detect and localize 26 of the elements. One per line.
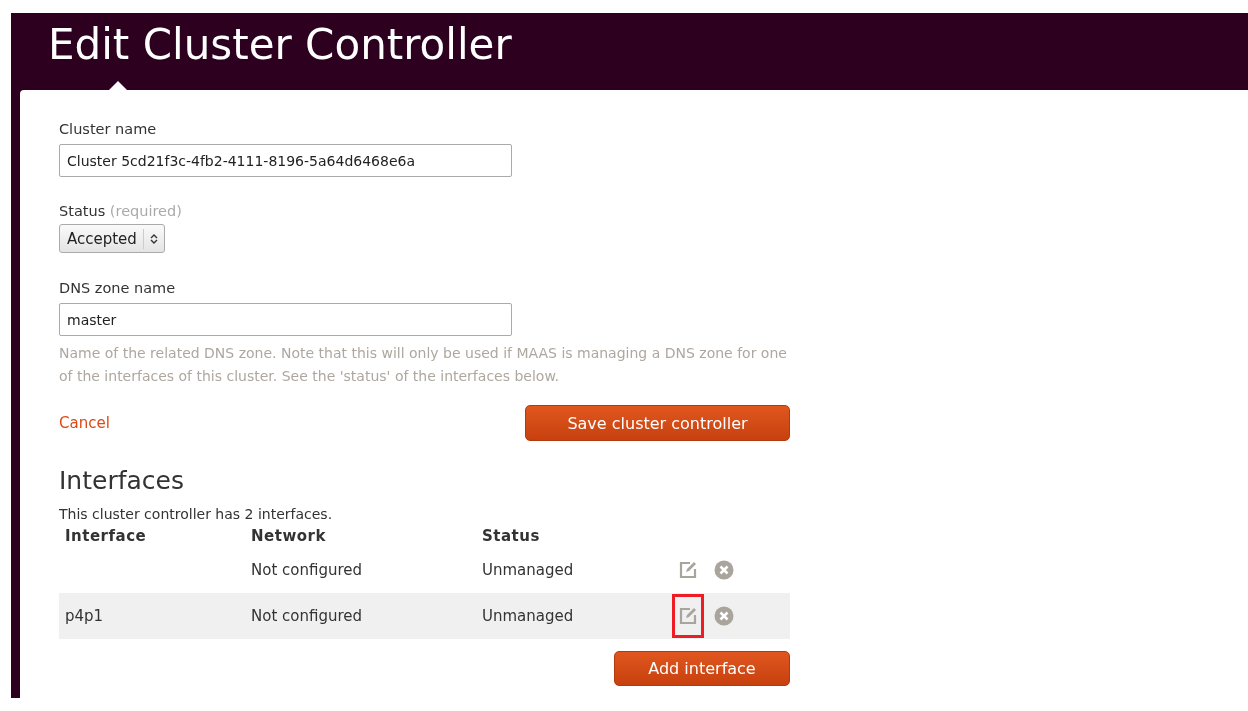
table-cell: Unmanaged xyxy=(482,561,574,579)
table-cell: Not configured xyxy=(251,561,363,579)
delete-icon[interactable] xyxy=(714,606,734,626)
up-down-caret-icon xyxy=(149,232,158,245)
column-header: Network xyxy=(251,527,327,545)
section-heading: Interfaces xyxy=(59,465,185,497)
cluster-name-field[interactable]: Cluster 5cd21f3c-4fb2-4111-8196-5a64d6468e6a xyxy=(59,144,512,177)
interfaces-summary: This cluster controller has 2 interfaces. xyxy=(59,505,334,523)
field-label: DNS zone name xyxy=(59,279,177,297)
required-note: (required) xyxy=(109,203,182,219)
save-button[interactable]: Save cluster controller xyxy=(525,405,790,441)
cancel-link[interactable]: Cancel xyxy=(59,414,110,432)
status-dropdown[interactable]: Accepted xyxy=(59,224,165,253)
delete-icon[interactable] xyxy=(714,560,734,580)
help-text: Name of the related DNS zone. Note that this will only be used if MAAS is managing a DNS zone for one of the interfaces of this cluster. See the 'status' of the interfaces below. xyxy=(59,344,788,386)
edit-icon[interactable] xyxy=(672,594,704,638)
page-title: Edit Cluster Controller xyxy=(48,19,513,71)
table-cell: p4p1 xyxy=(65,607,104,625)
column-header: Status xyxy=(482,527,541,545)
dns-zone-field[interactable]: master xyxy=(59,303,512,336)
field-label: Cluster name xyxy=(59,120,158,138)
table-cell: Not configured xyxy=(251,607,363,625)
table-cell: Unmanaged xyxy=(482,607,574,625)
add-interface-button[interactable]: Add interface xyxy=(614,651,790,686)
field-label: Status xyxy=(59,203,106,219)
column-header: Interface xyxy=(64,527,148,545)
